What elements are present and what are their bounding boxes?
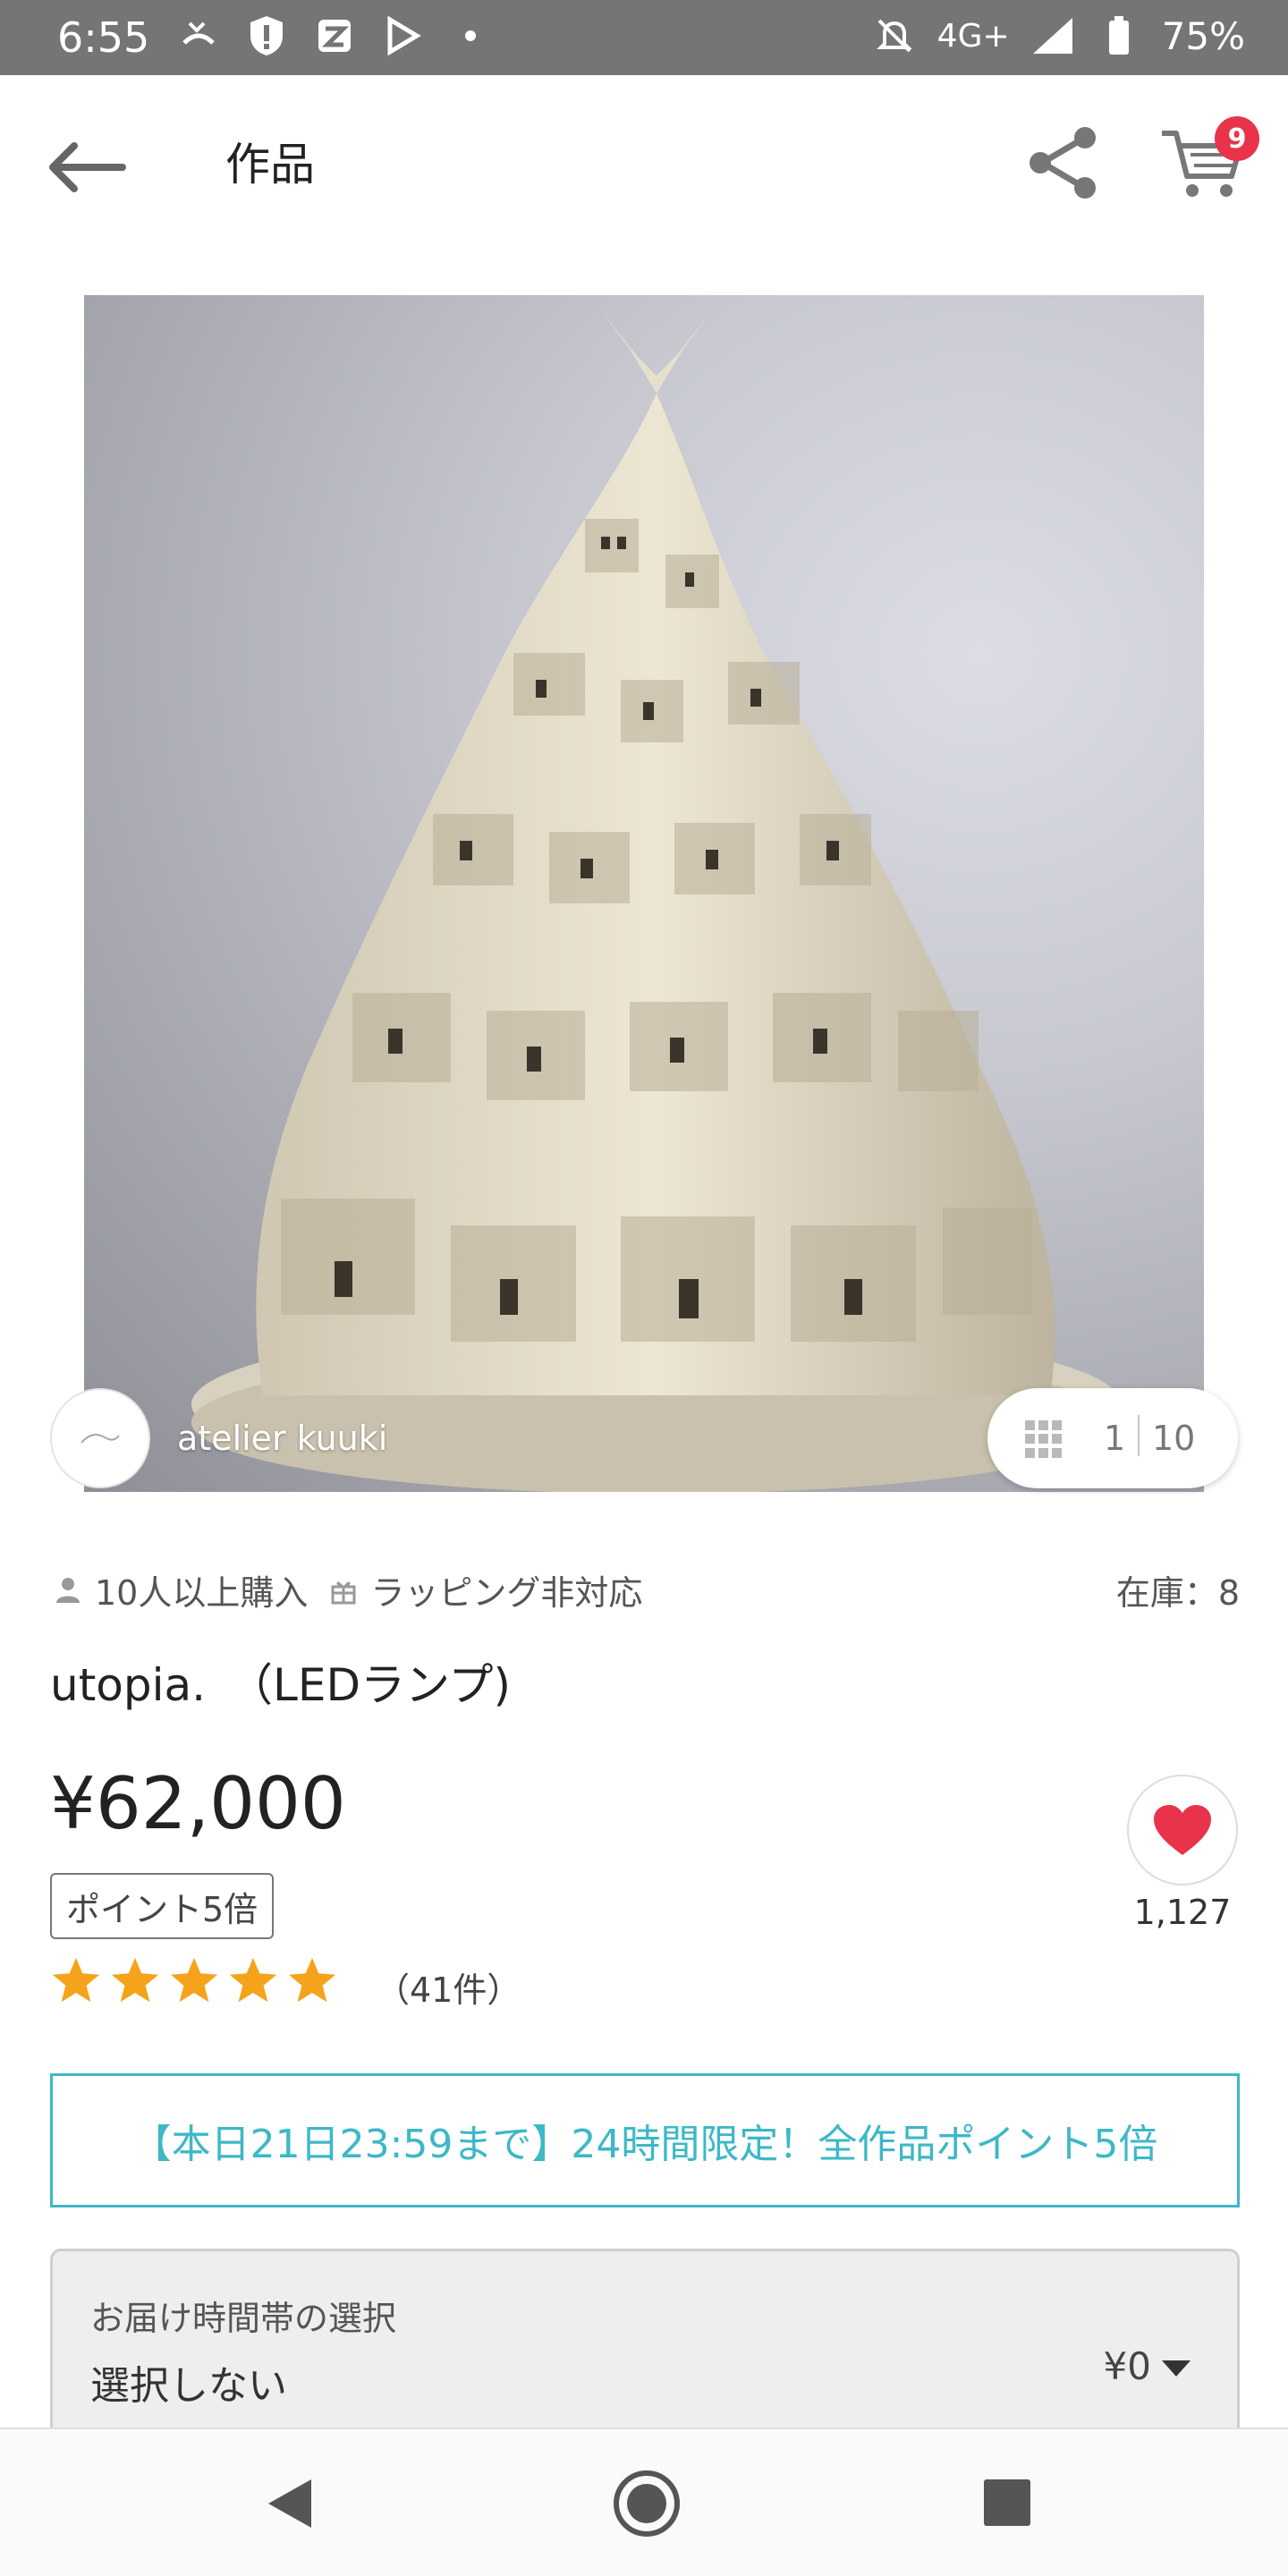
shop-name[interactable]: atelier kuuki — [177, 1419, 387, 1458]
nav-recents-icon[interactable] — [980, 2476, 1034, 2529]
image-current-index: 1 — [1104, 1419, 1126, 1458]
heart-icon — [1154, 1805, 1211, 1855]
signal-icon — [1030, 13, 1076, 59]
delivery-value: 選択しない — [90, 2363, 287, 2409]
delivery-label: お届け時間帯の選択 — [90, 2299, 397, 2338]
product-image[interactable] — [84, 295, 1204, 1492]
ceramic-tower-illustration — [191, 313, 1122, 1492]
star-icon — [170, 1957, 218, 2003]
mute-icon — [871, 13, 918, 59]
app-icon — [311, 13, 358, 59]
page-title: 作品 — [225, 139, 315, 191]
star-icon — [111, 1957, 159, 2003]
app-header: 作品 — [0, 75, 1288, 250]
star-icon — [52, 1957, 100, 2003]
person-icon — [50, 1572, 86, 1608]
promo-banner[interactable]: 【本日21日23:59まで】24時間限定！全作品ポイント5倍 — [50, 2073, 1240, 2207]
product-meta-row: 10人以上購入 ラッピング非対応 在庫：8 — [50, 1565, 1240, 1615]
battery-icon — [1096, 13, 1142, 59]
share-icon — [1030, 127, 1096, 199]
dot-icon — [447, 13, 494, 59]
rating-stars[interactable] — [50, 1955, 338, 2007]
notification-icons — [175, 13, 494, 59]
favorite-button[interactable] — [1127, 1775, 1238, 1885]
system-nav-bar — [0, 2428, 1288, 2576]
shop-avatar[interactable] — [50, 1388, 150, 1488]
product-price: ¥62,000 — [50, 1762, 346, 1845]
nav-home-icon[interactable] — [612, 2469, 682, 2538]
wrapping-info: ラッピング非対応 — [370, 1573, 643, 1613]
cart-count-badge: 9 — [1215, 116, 1259, 161]
system-status: 4G+ 75% — [871, 13, 1245, 59]
status-bar: 6:55 4G+ 75% — [0, 0, 1288, 75]
image-total-count: 10 — [1152, 1419, 1196, 1458]
share-button[interactable] — [1020, 120, 1106, 206]
star-icon — [229, 1957, 277, 2003]
review-count[interactable]: （41件） — [376, 1962, 521, 2012]
network-type: 4G+ — [936, 17, 1010, 55]
stock-info: 在庫：8 — [1115, 1573, 1240, 1613]
battery-level: 75% — [1161, 13, 1245, 58]
play-store-icon — [379, 13, 426, 59]
back-arrow-icon — [49, 142, 126, 192]
product-title: utopia. （LEDランプ) — [50, 1659, 512, 1711]
chevron-down-icon — [1162, 2360, 1191, 2377]
favorite-count: 1,127 — [1133, 1893, 1232, 1932]
status-time: 6:55 — [57, 13, 150, 62]
delivery-price: ¥0 — [1103, 2344, 1151, 2388]
shield-alert-icon — [243, 13, 290, 59]
image-counter[interactable]: 1 10 — [987, 1388, 1238, 1488]
missed-call-icon — [175, 13, 222, 59]
counter-divider — [1138, 1415, 1140, 1456]
star-icon — [288, 1957, 336, 2003]
purchase-count-info: 10人以上購入 — [95, 1573, 309, 1613]
gift-icon — [326, 1572, 361, 1608]
back-button[interactable] — [47, 127, 127, 208]
point-badge: ポイント5倍 — [50, 1873, 275, 1939]
shop-logo-icon — [80, 1434, 120, 1444]
grid-icon — [1025, 1420, 1063, 1458]
nav-back-icon[interactable] — [259, 2472, 322, 2535]
